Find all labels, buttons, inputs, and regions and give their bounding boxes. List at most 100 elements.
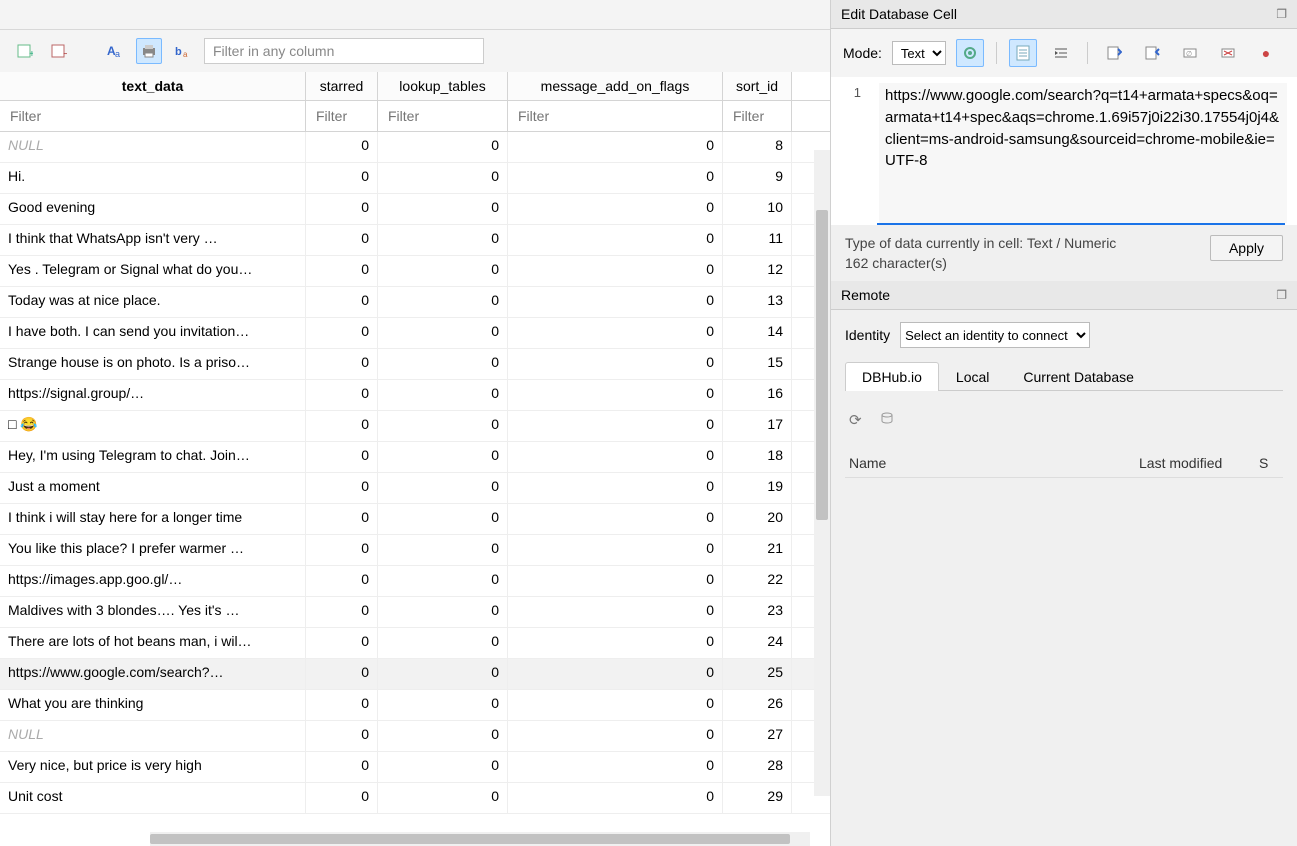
- table-cell[interactable]: 0: [306, 721, 378, 751]
- table-cell[interactable]: 0: [306, 783, 378, 813]
- table-cell[interactable]: 0: [508, 752, 723, 782]
- table-cell[interactable]: 0: [306, 535, 378, 565]
- table-row[interactable]: □ 😂00017: [0, 411, 830, 442]
- table-cell[interactable]: 0: [378, 597, 508, 627]
- table-cell[interactable]: 0: [508, 473, 723, 503]
- identity-select[interactable]: Select an identity to connect: [900, 322, 1090, 348]
- table-cell[interactable]: 0: [378, 194, 508, 224]
- export-icon[interactable]: [1138, 39, 1166, 67]
- filter-text[interactable]: [8, 107, 297, 125]
- mode-select[interactable]: Text: [892, 41, 946, 65]
- refresh-icon[interactable]: ⟳: [849, 411, 862, 429]
- table-row[interactable]: Today was at nice place.00013: [0, 287, 830, 318]
- table-cell[interactable]: Very nice, but price is very high: [0, 752, 306, 782]
- dock-icon[interactable]: ❐: [1276, 7, 1287, 21]
- table-row[interactable]: You like this place? I prefer warmer …00…: [0, 535, 830, 566]
- table-row[interactable]: There are lots of hot beans man, i wil…0…: [0, 628, 830, 659]
- table-cell[interactable]: 0: [508, 504, 723, 534]
- table-cell[interactable]: 0: [306, 225, 378, 255]
- table-row[interactable]: I think i will stay here for a longer ti…: [0, 504, 830, 535]
- table-row[interactable]: Unit cost00029: [0, 783, 830, 814]
- table-cell[interactable]: 0: [306, 442, 378, 472]
- table-cell[interactable]: 0: [378, 132, 508, 162]
- record-icon[interactable]: ●: [1252, 39, 1280, 67]
- format-icon[interactable]: ba: [170, 38, 196, 64]
- table-cell[interactable]: Hey, I'm using Telegram to chat. Join…: [0, 442, 306, 472]
- table-cell[interactable]: 0: [508, 163, 723, 193]
- table-cell[interactable]: 18: [723, 442, 792, 472]
- table-cell[interactable]: 0: [306, 287, 378, 317]
- col-header-text[interactable]: text_data: [0, 72, 306, 100]
- table-row[interactable]: Hi.0009: [0, 163, 830, 194]
- table-row[interactable]: I have both. I can send you invitation…0…: [0, 318, 830, 349]
- table-cell[interactable]: https://images.app.goo.gl/…: [0, 566, 306, 596]
- filter-lookup[interactable]: [386, 107, 499, 125]
- text-format-icon[interactable]: Aa: [102, 38, 128, 64]
- col-header-starred[interactable]: starred: [306, 72, 378, 100]
- table-row[interactable]: What you are thinking00026: [0, 690, 830, 721]
- table-row[interactable]: Yes . Telegram or Signal what do you…000…: [0, 256, 830, 287]
- table-cell[interactable]: 0: [378, 783, 508, 813]
- table-cell[interactable]: 16: [723, 380, 792, 410]
- erase-icon[interactable]: [1214, 39, 1242, 67]
- table-cell[interactable]: I think that WhatsApp isn't very …: [0, 225, 306, 255]
- table-cell[interactable]: 0: [378, 442, 508, 472]
- table-cell[interactable]: 28: [723, 752, 792, 782]
- table-cell[interactable]: 17: [723, 411, 792, 441]
- col-header-sort[interactable]: sort_id: [723, 72, 792, 100]
- table-cell[interactable]: □ 😂: [0, 411, 306, 441]
- table-cell[interactable]: 0: [508, 349, 723, 379]
- table-cell[interactable]: 23: [723, 597, 792, 627]
- table-cell[interactable]: 0: [306, 628, 378, 658]
- table-cell[interactable]: 0: [378, 473, 508, 503]
- print-icon[interactable]: [136, 38, 162, 64]
- table-cell[interactable]: 29: [723, 783, 792, 813]
- table-cell[interactable]: https://www.google.com/search?…: [0, 659, 306, 689]
- table-cell[interactable]: 0: [306, 411, 378, 441]
- table-row[interactable]: Good evening00010: [0, 194, 830, 225]
- vertical-scroll-thumb[interactable]: [816, 210, 828, 520]
- horizontal-scrollbar[interactable]: [150, 832, 810, 846]
- tab-dbhub[interactable]: DBHub.io: [845, 362, 939, 391]
- table-cell[interactable]: 0: [306, 163, 378, 193]
- table-cell[interactable]: 0: [508, 566, 723, 596]
- table-cell[interactable]: 0: [306, 566, 378, 596]
- table-cell[interactable]: 0: [508, 256, 723, 286]
- filter-any-column-input[interactable]: [204, 38, 484, 64]
- table-cell[interactable]: 0: [378, 411, 508, 441]
- table-cell[interactable]: 20: [723, 504, 792, 534]
- table-cell[interactable]: https://signal.group/…: [0, 380, 306, 410]
- table-cell[interactable]: 11: [723, 225, 792, 255]
- table-cell[interactable]: 0: [378, 566, 508, 596]
- clone-icon[interactable]: [880, 411, 894, 429]
- table-cell[interactable]: 0: [306, 659, 378, 689]
- table-cell[interactable]: 0: [378, 690, 508, 720]
- table-row[interactable]: https://www.google.com/search?…00025: [0, 659, 830, 690]
- table-cell[interactable]: 10: [723, 194, 792, 224]
- table-cell[interactable]: 0: [508, 194, 723, 224]
- table-cell[interactable]: 0: [378, 318, 508, 348]
- table-cell[interactable]: 0: [306, 752, 378, 782]
- table-cell[interactable]: Just a moment: [0, 473, 306, 503]
- table-row[interactable]: Very nice, but price is very high00028: [0, 752, 830, 783]
- table-cell[interactable]: Hi.: [0, 163, 306, 193]
- table-cell[interactable]: 0: [378, 535, 508, 565]
- filter-starred[interactable]: [314, 107, 369, 125]
- vertical-scrollbar[interactable]: [814, 150, 830, 796]
- table-cell[interactable]: 0: [508, 597, 723, 627]
- table-cell[interactable]: 0: [508, 628, 723, 658]
- remote-col-name[interactable]: Name: [849, 455, 1139, 471]
- table-row[interactable]: NULL00027: [0, 721, 830, 752]
- table-row[interactable]: Hey, I'm using Telegram to chat. Join…00…: [0, 442, 830, 473]
- table-cell[interactable]: 0: [306, 380, 378, 410]
- table-cell[interactable]: 0: [306, 473, 378, 503]
- table-cell[interactable]: Maldives with 3 blondes…. Yes it's …: [0, 597, 306, 627]
- table-cell[interactable]: 0: [378, 225, 508, 255]
- horizontal-scroll-thumb[interactable]: [150, 834, 790, 844]
- table-cell[interactable]: 25: [723, 659, 792, 689]
- table-cell[interactable]: Unit cost: [0, 783, 306, 813]
- table-cell[interactable]: 9: [723, 163, 792, 193]
- page-icon[interactable]: [1009, 39, 1037, 67]
- col-header-lookup[interactable]: lookup_tables: [378, 72, 508, 100]
- table-cell[interactable]: 0: [306, 318, 378, 348]
